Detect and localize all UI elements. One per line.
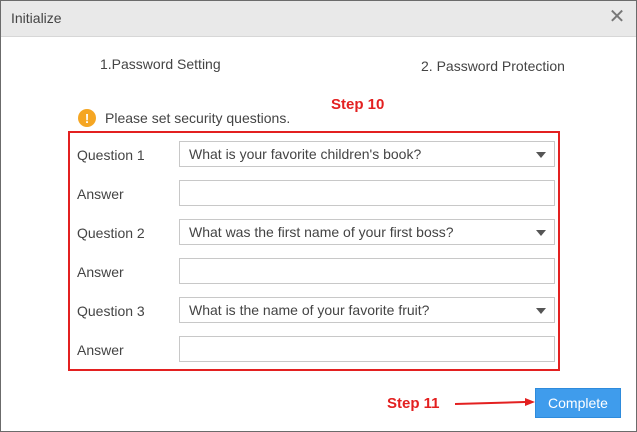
- warning-icon: !: [78, 109, 96, 127]
- complete-button[interactable]: Complete: [535, 388, 621, 418]
- annotation-step-11: Step 11: [379, 393, 448, 414]
- question-3-select[interactable]: What is the name of your favorite fruit?: [179, 297, 555, 323]
- answer-1-input[interactable]: [179, 180, 555, 206]
- chevron-down-icon: [536, 230, 546, 236]
- answer-3-label: Answer: [77, 342, 124, 358]
- question-2-value: What was the first name of your first bo…: [189, 224, 454, 240]
- question-2-label: Question 2: [77, 225, 145, 241]
- annotation-highlight-box: [68, 131, 560, 371]
- step-tab-password-setting: 1.Password Setting: [100, 56, 221, 72]
- answer-2-input[interactable]: [179, 258, 555, 284]
- annotation-step-10: Step 10: [323, 94, 393, 115]
- question-1-label: Question 1: [77, 147, 145, 163]
- window-title: Initialize: [11, 10, 62, 26]
- notice: ! Please set security questions.: [78, 108, 290, 128]
- question-1-select[interactable]: What is your favorite children's book?: [179, 141, 555, 167]
- question-3-label: Question 3: [77, 303, 145, 319]
- close-icon[interactable]: ✕: [606, 6, 628, 28]
- answer-2-label: Answer: [77, 264, 124, 280]
- title-bar: Initialize ✕: [1, 1, 636, 37]
- answer-1-label: Answer: [77, 186, 124, 202]
- notice-text: Please set security questions.: [105, 110, 291, 126]
- chevron-down-icon: [536, 152, 546, 158]
- annotation-arrow-icon: [455, 398, 535, 406]
- chevron-down-icon: [536, 308, 546, 314]
- question-3-value: What is the name of your favorite fruit?: [189, 302, 430, 318]
- question-2-select[interactable]: What was the first name of your first bo…: [179, 219, 555, 245]
- answer-3-input[interactable]: [179, 336, 555, 362]
- step-tab-password-protection: 2. Password Protection: [421, 58, 565, 74]
- initialize-dialog: Initialize ✕ 1.Password Setting 2. Passw…: [0, 0, 637, 432]
- question-1-value: What is your favorite children's book?: [189, 146, 422, 162]
